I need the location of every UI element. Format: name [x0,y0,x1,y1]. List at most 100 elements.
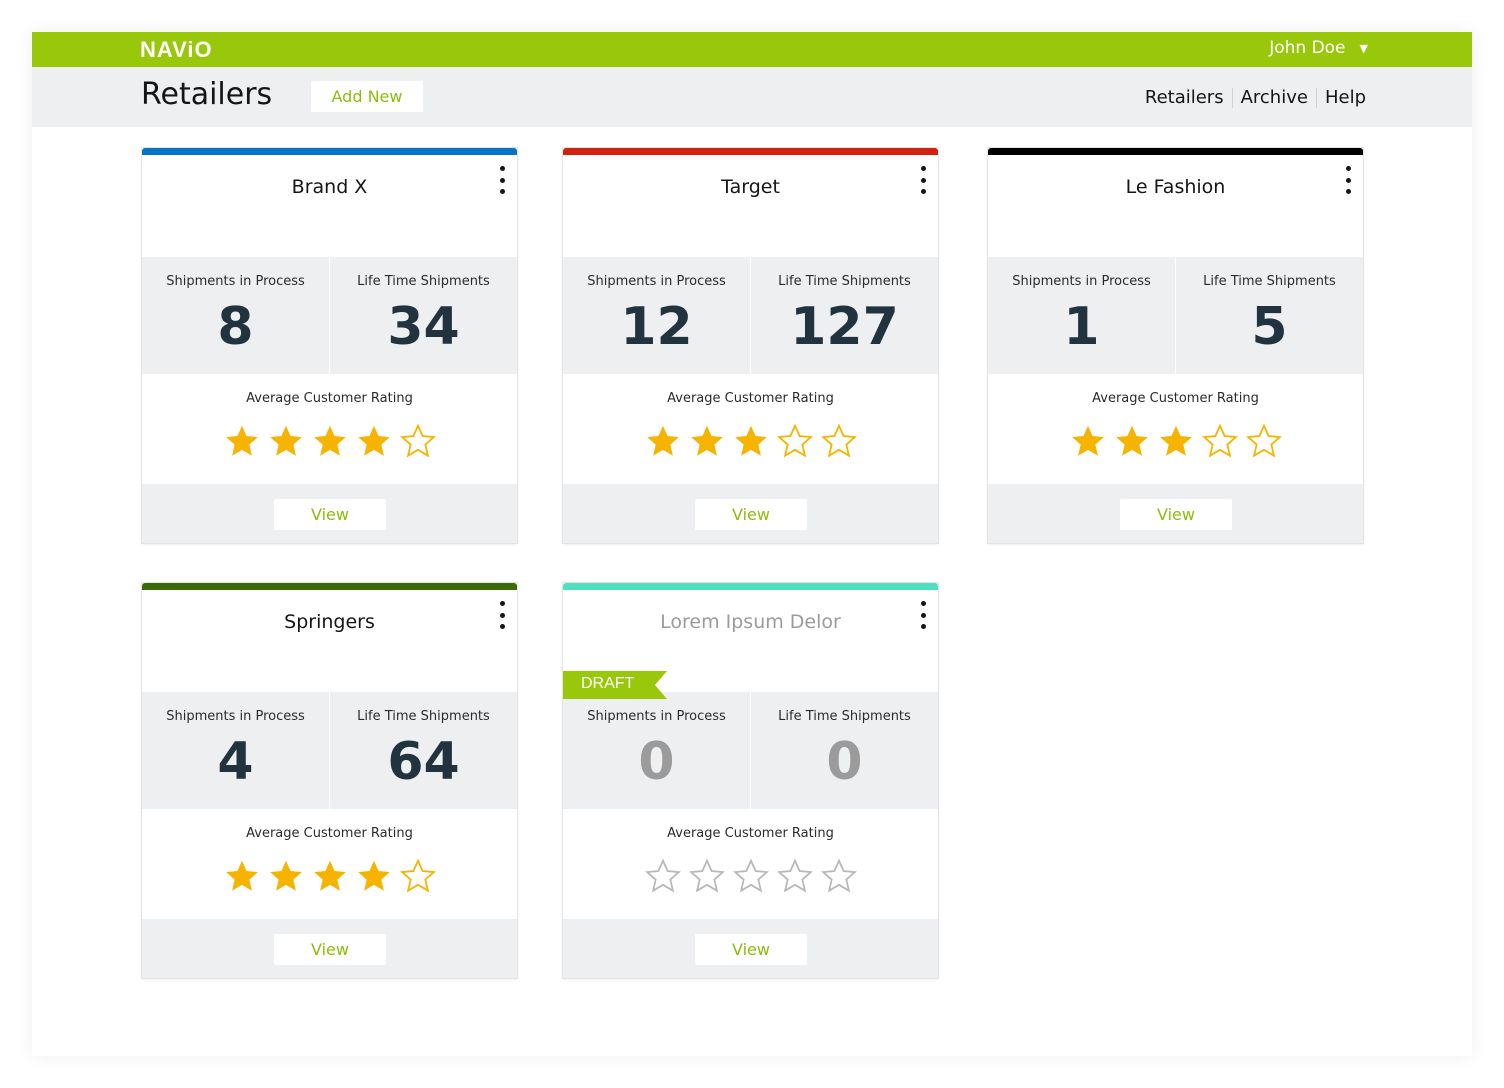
retailer-card: Lorem Ipsum Delor Shipments in Process 0… [563,583,938,978]
draft-label: DRAFT [581,675,635,692]
rating-label: Average Customer Rating [667,826,834,841]
star-icon [1071,425,1104,456]
lifetime-shipments-value: 34 [387,297,460,357]
retailer-card: Target Shipments in Process 12 Life Time… [563,148,938,543]
draft-badge: DRAFT [563,671,667,699]
stat-in-process: Shipments in Process 0 [563,692,750,809]
retailer-card: Springers Shipments in Process 4 Life Ti… [142,583,517,978]
retailer-name: Target [721,176,780,198]
view-button[interactable]: View [1120,499,1232,530]
lifetime-shipments-value: 0 [826,732,863,792]
stat-lifetime: Life Time Shipments 34 [329,257,517,374]
user-name[interactable]: John Doe [1269,38,1345,58]
star-icon [820,423,857,458]
retailer-name: Springers [284,611,375,633]
rating-label: Average Customer Rating [246,826,413,841]
lifetime-shipments-value: 5 [1251,297,1288,357]
top-bar: NAViO John Doe ▼ [32,32,1472,67]
stat-label: Shipments in Process [1012,274,1151,289]
retailer-name: Lorem Ipsum Delor [660,611,841,633]
stat-lifetime: Life Time Shipments 5 [1175,257,1363,374]
stat-in-process: Shipments in Process 8 [142,257,329,374]
star-icon [225,425,258,456]
sub-header: Retailers Add New Retailers Archive Help [32,67,1472,127]
star-icon [690,425,723,456]
retailer-card: Le Fashion Shipments in Process 1 Life T… [988,148,1363,543]
user-menu[interactable]: John Doe ▼ [1269,38,1368,58]
star-icon [269,860,302,891]
shipments-in-process-value: 4 [217,732,254,792]
star-icon [644,858,681,893]
stat-label: Shipments in Process [587,709,726,724]
nav-help[interactable]: Help [1325,87,1366,108]
star-rating [563,858,938,894]
stat-lifetime: Life Time Shipments 127 [750,257,938,374]
stat-label: Life Time Shipments [357,709,490,724]
star-icon [313,425,346,456]
rating-label: Average Customer Rating [1092,391,1259,406]
nav-retailers[interactable]: Retailers [1145,87,1224,108]
nav-divider [1231,87,1233,108]
stat-label: Shipments in Process [166,709,305,724]
shipments-in-process-value: 0 [638,732,675,792]
more-options-icon[interactable] [497,601,507,629]
card-accent-bar [142,148,517,155]
card-footer: View [988,484,1363,543]
card-accent-bar [988,148,1363,155]
card-accent-bar [563,583,938,590]
shipment-stats: Shipments in Process 8 Life Time Shipmen… [142,257,517,374]
shipments-in-process-value: 8 [217,297,254,357]
app-frame: NAViO John Doe ▼ Retailers Add New Retai… [32,32,1472,1056]
shipment-stats: Shipments in Process 12 Life Time Shipme… [563,257,938,374]
star-icon [357,860,390,891]
rating-label: Average Customer Rating [667,391,834,406]
more-options-icon[interactable] [1343,166,1353,194]
star-rating [142,423,517,459]
nav-divider [1315,87,1317,108]
main-nav: Retailers Archive Help [1145,87,1366,108]
star-icon [688,858,725,893]
star-icon [1159,425,1192,456]
star-icon [1115,425,1148,456]
retailer-card: Brand X Shipments in Process 8 Life Time… [142,148,517,543]
retailer-name: Le Fashion [1125,176,1226,198]
shipments-in-process-value: 1 [1063,297,1100,357]
card-footer: View [563,484,938,543]
view-button[interactable]: View [695,499,807,530]
stat-in-process: Shipments in Process 4 [142,692,329,809]
rating-label: Average Customer Rating [246,391,413,406]
stat-label: Life Time Shipments [1203,274,1336,289]
card-footer: View [563,919,938,978]
view-button[interactable]: View [274,499,386,530]
star-icon [313,860,346,891]
add-new-button[interactable]: Add New [311,81,423,112]
star-icon [734,425,767,456]
nav-archive[interactable]: Archive [1241,87,1308,108]
shipments-in-process-value: 12 [620,297,693,357]
lifetime-shipments-value: 64 [387,732,460,792]
star-icon [399,423,436,458]
navio-logo[interactable]: NAViO [140,37,213,63]
chevron-down-icon[interactable]: ▼ [1360,42,1368,55]
shipment-stats: Shipments in Process 0 Life Time Shipmen… [563,692,938,809]
card-accent-bar [563,148,938,155]
lifetime-shipments-value: 127 [790,297,899,357]
stat-lifetime: Life Time Shipments 0 [750,692,938,809]
star-icon [820,858,857,893]
view-button[interactable]: View [274,934,386,965]
star-icon [225,860,258,891]
star-rating [563,423,938,459]
more-options-icon[interactable] [497,166,507,194]
star-icon [1201,423,1238,458]
stat-lifetime: Life Time Shipments 64 [329,692,517,809]
shipment-stats: Shipments in Process 4 Life Time Shipmen… [142,692,517,809]
star-icon [399,858,436,893]
star-icon [732,858,769,893]
more-options-icon[interactable] [918,166,928,194]
more-options-icon[interactable] [918,601,928,629]
stat-label: Life Time Shipments [778,274,911,289]
star-icon [646,425,679,456]
stat-in-process: Shipments in Process 1 [988,257,1175,374]
star-icon [269,425,302,456]
view-button[interactable]: View [695,934,807,965]
